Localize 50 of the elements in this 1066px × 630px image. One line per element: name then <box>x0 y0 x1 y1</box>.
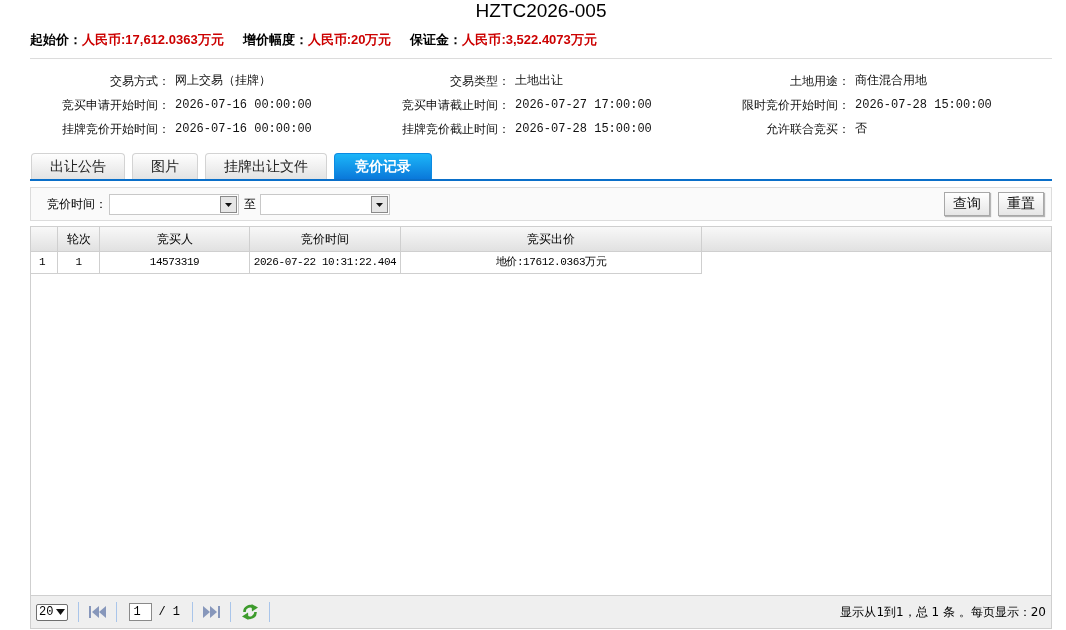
date-select-field[interactable] <box>260 193 390 215</box>
record-summary: 显示从1到1，总 1 条 。每页显示：20 <box>840 603 1046 621</box>
info-value: 2026-07-27 17:00:00 <box>515 97 652 113</box>
summary-value: 人民币:20万元 <box>307 31 392 49</box>
column-header: 竞买出价 <box>401 227 702 251</box>
filter-label: 竞价时间： <box>47 195 107 213</box>
column-header: 轮次 <box>58 227 100 251</box>
last-page-icon[interactable] <box>210 606 220 618</box>
info-value: 2026-07-28 15:00:00 <box>515 121 652 137</box>
filter-button[interactable]: 重置 <box>998 192 1044 216</box>
summary-label: 保证金： <box>410 31 463 49</box>
info-label: 交易类型： <box>450 73 510 89</box>
previous-page-icon[interactable] <box>99 606 107 618</box>
range-separator: 至 <box>244 195 256 213</box>
summary-value: 人民币:3,522.4073万元 <box>462 31 597 49</box>
page-input[interactable]: 1 <box>129 603 153 621</box>
info-label: 挂牌竞价开始时间： <box>62 121 170 137</box>
first-page-icon[interactable] <box>89 606 100 618</box>
info-value: 土地出让 <box>515 73 563 89</box>
info-value: 2026-07-28 15:00:00 <box>855 97 992 113</box>
info-value: 2026-07-16 00:00:00 <box>175 121 312 137</box>
dropdown-caret-icon[interactable] <box>371 195 388 213</box>
tab[interactable]: 图片 <box>132 153 198 179</box>
info-value: 网上交易（挂牌） <box>175 73 271 89</box>
summary-value: 人民币:17,612.0363万元 <box>82 31 224 49</box>
summary-label: 增价幅度： <box>242 31 308 49</box>
info-label: 竞买申请截止时间： <box>402 97 510 113</box>
info-label: 限时竞价开始时间： <box>742 97 850 113</box>
info-label: 土地用途： <box>790 73 850 89</box>
summary-label: 起始价： <box>30 31 82 49</box>
tab[interactable]: 出让公告 <box>31 153 125 179</box>
page-size-select[interactable]: 20 <box>36 603 69 621</box>
column-header: 竞买人 <box>100 227 250 251</box>
next-page-icon[interactable] <box>203 606 210 618</box>
info-label: 交易方式： <box>110 73 170 89</box>
dropdown-caret-icon[interactable] <box>220 195 237 213</box>
info-label: 竞买申请开始时间： <box>62 97 170 113</box>
refresh-icon[interactable] <box>241 603 259 621</box>
caret-icon[interactable] <box>56 609 66 615</box>
filter-button[interactable]: 查询 <box>944 192 990 216</box>
column-header: 竞价时间 <box>250 227 401 251</box>
info-value: 商住混合用地 <box>855 73 927 89</box>
info-label: 挂牌竞价截止时间： <box>402 121 510 137</box>
info-value: 2026-07-16 00:00:00 <box>175 97 312 113</box>
tab[interactable]: 挂牌出让文件 <box>205 153 327 179</box>
info-value: 否 <box>855 121 867 137</box>
date-select-field[interactable] <box>109 193 239 215</box>
page-title: HZTC2026-005 <box>475 0 607 22</box>
page-count: / 1 <box>158 605 180 619</box>
info-label: 允许联合竞买： <box>766 121 850 137</box>
